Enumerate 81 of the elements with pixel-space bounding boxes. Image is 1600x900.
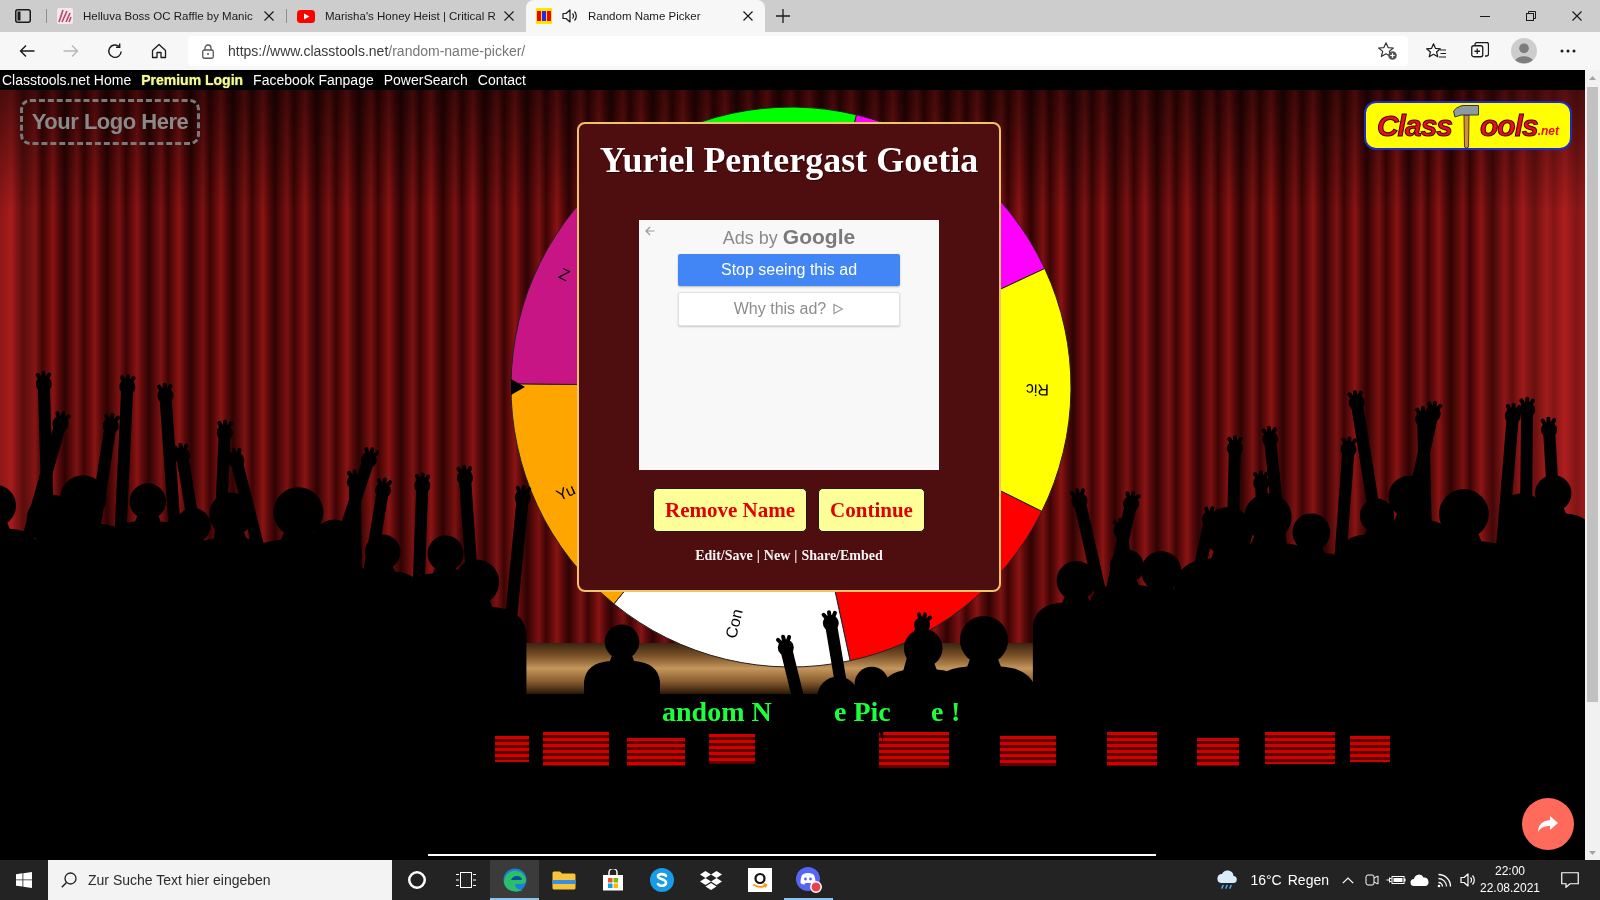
dialog-link[interactable]: New [763, 547, 791, 565]
browser-tab[interactable]: Helluva Boss OC Raffle by Manic [47, 0, 286, 32]
wifi-icon[interactable] [1436, 872, 1452, 888]
art-favicon-icon [57, 8, 73, 24]
wheel-label: Yu [553, 480, 578, 504]
close-icon[interactable] [743, 11, 753, 21]
play-outline-icon [833, 303, 845, 315]
dialog-link[interactable]: Edit/Save [695, 547, 753, 565]
search-field[interactable]: Zur Suche Text hier eingeben [48, 860, 392, 900]
lock-icon[interactable] [202, 43, 214, 59]
scrollbar-thumb[interactable] [1587, 87, 1598, 702]
taskbar-button[interactable] [490, 860, 539, 900]
start-icon[interactable] [16, 872, 32, 888]
url-text: https://www.classtools.net/random-name-picker/ [228, 43, 527, 59]
folder-icon[interactable] [551, 870, 576, 890]
tab-actions-icon[interactable] [15, 9, 31, 23]
camera-icon[interactable] [1365, 872, 1379, 888]
profile-avatar-icon[interactable] [1511, 38, 1537, 64]
logo-placeholder-text: Your Logo Here [31, 109, 189, 135]
chevron-up-icon[interactable] [1342, 876, 1354, 884]
logo-text: Class [1376, 108, 1452, 143]
browser-tab[interactable]: Marisha's Honey Heist | Critical R [287, 0, 526, 32]
close-icon[interactable] [1572, 11, 1582, 21]
link-separator: | [794, 547, 798, 565]
weather-temperature[interactable]: 16°C [1250, 872, 1282, 888]
site-nav-link[interactable]: Classtools.net Home [2, 71, 132, 89]
hammer-icon [1452, 102, 1480, 149]
new-tab-icon[interactable] [776, 9, 790, 23]
video-play-icon [297, 9, 315, 23]
minimize-icon[interactable] [1480, 15, 1490, 17]
star-plus-icon[interactable] [1378, 42, 1397, 60]
share-button[interactable] [1522, 798, 1574, 850]
ads-by-google-label: Ads by Google [722, 224, 856, 250]
home-icon[interactable] [151, 43, 167, 59]
stop-seeing-ad-button[interactable]: Stop seeing this ad [678, 254, 900, 286]
speaker-icon[interactable] [562, 9, 578, 23]
dialog-link[interactable]: Share/Embed [801, 547, 883, 565]
shopping-bag-icon[interactable] [601, 869, 624, 891]
restore-icon[interactable] [1526, 11, 1536, 21]
chat-app-icon[interactable] [649, 868, 674, 892]
colorful-favicon-icon [536, 8, 552, 24]
close-icon[interactable] [264, 11, 274, 21]
collections-icon[interactable] [1471, 42, 1489, 60]
refresh-icon[interactable] [107, 43, 123, 59]
shop-tile-icon[interactable] [747, 868, 772, 892]
speaker-icon[interactable] [1460, 873, 1476, 887]
logo-text: ools [1480, 108, 1538, 143]
site-nav-link[interactable]: PowerSearch [383, 71, 468, 89]
notifications-icon[interactable] [1561, 872, 1579, 888]
cloud-rain-icon[interactable] [1215, 870, 1240, 890]
clock-date[interactable]: 22.08.2021 [1479, 880, 1541, 897]
site-nav-link[interactable]: Facebook Fanpage [253, 71, 374, 89]
share-arrow-icon [1537, 815, 1559, 833]
wheel-label: Z [556, 264, 573, 285]
brand-logo[interactable]: Class ools.net [1364, 101, 1572, 150]
link-separator: | [756, 547, 760, 565]
browser-icon [502, 868, 527, 892]
clock-time[interactable]: 22:00 [1495, 863, 1525, 880]
weather-condition[interactable]: Regen [1287, 872, 1329, 888]
open-box-icon[interactable] [698, 869, 723, 891]
ring-icon[interactable] [407, 871, 426, 889]
site-nav-link[interactable]: Premium Login [141, 71, 244, 89]
browser-tab[interactable]: Random Name Picker [526, 0, 765, 32]
dialog-button[interactable]: Remove Name [653, 488, 808, 532]
cloud-icon[interactable] [1410, 874, 1430, 886]
wheel-label: Ric [1025, 381, 1050, 399]
back-arrow-icon[interactable] [19, 44, 35, 58]
wheel-label: Con [722, 607, 746, 640]
task-view-icon[interactable] [455, 872, 476, 888]
wheel-pointer-icon [511, 379, 525, 395]
site-nav-link[interactable]: Contact [477, 71, 526, 89]
more-menu-icon[interactable] [1560, 49, 1576, 53]
favorites-icon[interactable] [1426, 43, 1446, 59]
search-icon [61, 872, 77, 888]
dialog-button[interactable]: Continue [818, 488, 925, 532]
controller-icon [795, 867, 822, 893]
close-icon[interactable] [504, 11, 514, 21]
address-field[interactable]: https://www.classtools.net/random-name-picker/ [188, 36, 1408, 66]
logo-suffix: .net [1537, 124, 1560, 138]
picked-name-title: Yuriel Pentergast Goetia [599, 139, 979, 182]
battery-icon[interactable] [1386, 874, 1406, 886]
